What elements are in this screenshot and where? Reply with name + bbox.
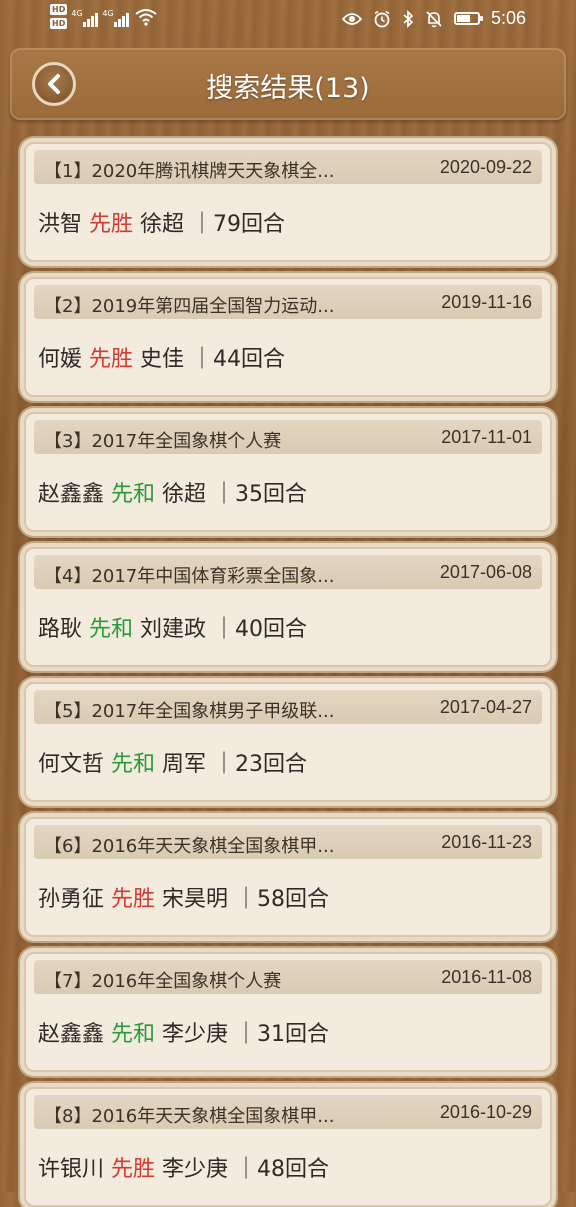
game-date: 2017-06-08: [439, 562, 532, 582]
red-player: 路耿: [38, 617, 83, 642]
card-header: 【4】2017年中国体育彩票全国象... 2017-06-08: [34, 555, 542, 589]
game-summary: 路耿 先和 刘建政 ｜40回合: [38, 611, 307, 643]
clock: 5:06: [490, 8, 526, 28]
game-summary: 何媛 先胜 史佳 ｜44回合: [38, 341, 285, 373]
red-player: 洪智: [38, 212, 83, 237]
page-title: 搜索结果(13): [206, 73, 370, 104]
game-result: 先和: [89, 617, 134, 642]
black-player: 徐超: [162, 482, 207, 507]
game-date: 2017-04-27: [439, 697, 532, 717]
move-count: ｜58回合: [235, 887, 330, 912]
card-header: 【2】2019年第四届全国智力运动... 2019-11-16: [34, 285, 542, 319]
game-summary: 何文哲 先和 周军 ｜23回合: [38, 746, 307, 778]
result-card[interactable]: 【8】2016年天天象棋全国象棋甲... 2016-10-29 许银川 先胜 李少庚…: [24, 1087, 552, 1207]
game-date: 2016-11-08: [441, 967, 532, 987]
hd-badge-2: HD: [50, 18, 68, 29]
black-player: 李少庚: [162, 1157, 229, 1182]
result-card[interactable]: 【4】2017年中国体育彩票全国象... 2017-06-08 路耿 先和 刘建政 …: [24, 547, 552, 667]
red-player: 许银川: [38, 1157, 105, 1182]
black-player: 周军: [162, 752, 207, 777]
red-player: 赵鑫鑫: [38, 1022, 105, 1047]
result-card[interactable]: 【6】2016年天天象棋全国象棋甲... 2016-11-23 孙勇征 先胜 宋昊明…: [24, 817, 552, 937]
event-title: 【1】2020年腾讯棋牌天天象棋全...: [44, 161, 335, 182]
signal-label-1: 4G: [71, 8, 83, 18]
event-title: 【8】2016年天天象棋全国象棋甲...: [44, 1106, 335, 1127]
red-player: 赵鑫鑫: [38, 482, 105, 507]
move-count: ｜31回合: [235, 1022, 330, 1047]
black-player: 李少庚: [162, 1022, 229, 1047]
game-summary: 赵鑫鑫 先和 徐超 ｜35回合: [38, 476, 307, 508]
black-player: 宋昊明: [162, 887, 229, 912]
event-title: 【3】2017年全国象棋个人赛: [44, 431, 282, 452]
signal-icon-1: 4G: [71, 7, 99, 27]
alarm-icon: [374, 10, 390, 27]
game-summary: 赵鑫鑫 先和 李少庚 ｜31回合: [38, 1016, 329, 1048]
game-result: 先和: [111, 752, 156, 777]
bell-off-icon: [426, 10, 442, 27]
black-player: 徐超: [140, 212, 185, 237]
game-summary: 洪智 先胜 徐超 ｜79回合: [38, 206, 285, 238]
move-count: ｜44回合: [191, 347, 286, 372]
game-result: 先胜: [89, 347, 134, 372]
event-title: 【2】2019年第四届全国智力运动...: [44, 296, 335, 317]
game-result: 先胜: [111, 887, 156, 912]
game-date: 2019-11-16: [441, 292, 532, 312]
move-count: ｜23回合: [213, 752, 308, 777]
result-card[interactable]: 【1】2020年腾讯棋牌天天象棋全... 2020-09-22 洪智 先胜 徐超 ｜…: [24, 142, 552, 262]
event-title: 【4】2017年中国体育彩票全国象...: [44, 566, 335, 587]
card-header: 【6】2016年天天象棋全国象棋甲... 2016-11-23: [34, 825, 542, 859]
result-card[interactable]: 【7】2016年全国象棋个人赛 2016-11-08 赵鑫鑫 先和 李少庚 ｜31回…: [24, 952, 552, 1072]
game-result: 先和: [111, 1022, 156, 1047]
card-header: 【5】2017年全国象棋男子甲级联... 2017-04-27: [34, 690, 542, 724]
event-title: 【6】2016年天天象棋全国象棋甲...: [44, 836, 335, 857]
wifi-icon: [135, 8, 157, 26]
black-player: 史佳: [140, 347, 185, 372]
move-count: ｜79回合: [191, 212, 286, 237]
status-bar: HD HD 4G 4G 5:06: [0, 0, 576, 40]
battery-fill: [456, 15, 470, 22]
card-header: 【8】2016年天天象棋全国象棋甲... 2016-10-29: [34, 1095, 542, 1129]
status-left: HD HD 4G 4G: [50, 4, 157, 29]
card-header: 【7】2016年全国象棋个人赛 2016-11-08: [34, 960, 542, 994]
title-bar: 搜索结果(13): [10, 48, 566, 120]
black-player: 刘建政: [140, 617, 207, 642]
result-card[interactable]: 【3】2017年全国象棋个人赛 2017-11-01 赵鑫鑫 先和 徐超 ｜35回合: [24, 412, 552, 532]
event-title: 【7】2016年全国象棋个人赛: [44, 971, 282, 992]
card-header: 【1】2020年腾讯棋牌天天象棋全... 2020-09-22: [34, 150, 542, 184]
result-card[interactable]: 【5】2017年全国象棋男子甲级联... 2017-04-27 何文哲 先和 周军 …: [24, 682, 552, 802]
red-player: 何媛: [38, 347, 83, 372]
game-summary: 孙勇征 先胜 宋昊明 ｜58回合: [38, 881, 329, 913]
game-date: 2016-10-29: [439, 1102, 532, 1122]
hd-indicators: HD HD: [50, 4, 68, 29]
move-count: ｜35回合: [213, 482, 308, 507]
game-date: 2016-11-23: [441, 832, 532, 852]
eye-icon: [341, 12, 362, 25]
status-right: 5:06: [341, 8, 526, 29]
move-count: ｜48回合: [235, 1157, 330, 1182]
game-result: 先胜: [111, 1157, 156, 1182]
battery-icon: [453, 12, 483, 25]
bluetooth-icon: [403, 9, 414, 28]
red-player: 孙勇征: [38, 887, 105, 912]
hd-badge-1: HD: [50, 4, 68, 15]
red-player: 何文哲: [38, 752, 105, 777]
signal-label-2: 4G: [102, 8, 114, 18]
game-date: 2020-09-22: [439, 157, 532, 177]
move-count: ｜40回合: [213, 617, 308, 642]
game-result: 先胜: [89, 212, 134, 237]
card-header: 【3】2017年全国象棋个人赛 2017-11-01: [34, 420, 542, 454]
signal-icon-2: 4G: [102, 7, 130, 27]
result-card[interactable]: 【2】2019年第四届全国智力运动... 2019-11-16 何媛 先胜 史佳 ｜…: [24, 277, 552, 397]
event-title: 【5】2017年全国象棋男子甲级联...: [44, 701, 335, 722]
game-date: 2017-11-01: [441, 427, 532, 447]
game-summary: 许银川 先胜 李少庚 ｜48回合: [38, 1151, 329, 1183]
game-result: 先和: [111, 482, 156, 507]
